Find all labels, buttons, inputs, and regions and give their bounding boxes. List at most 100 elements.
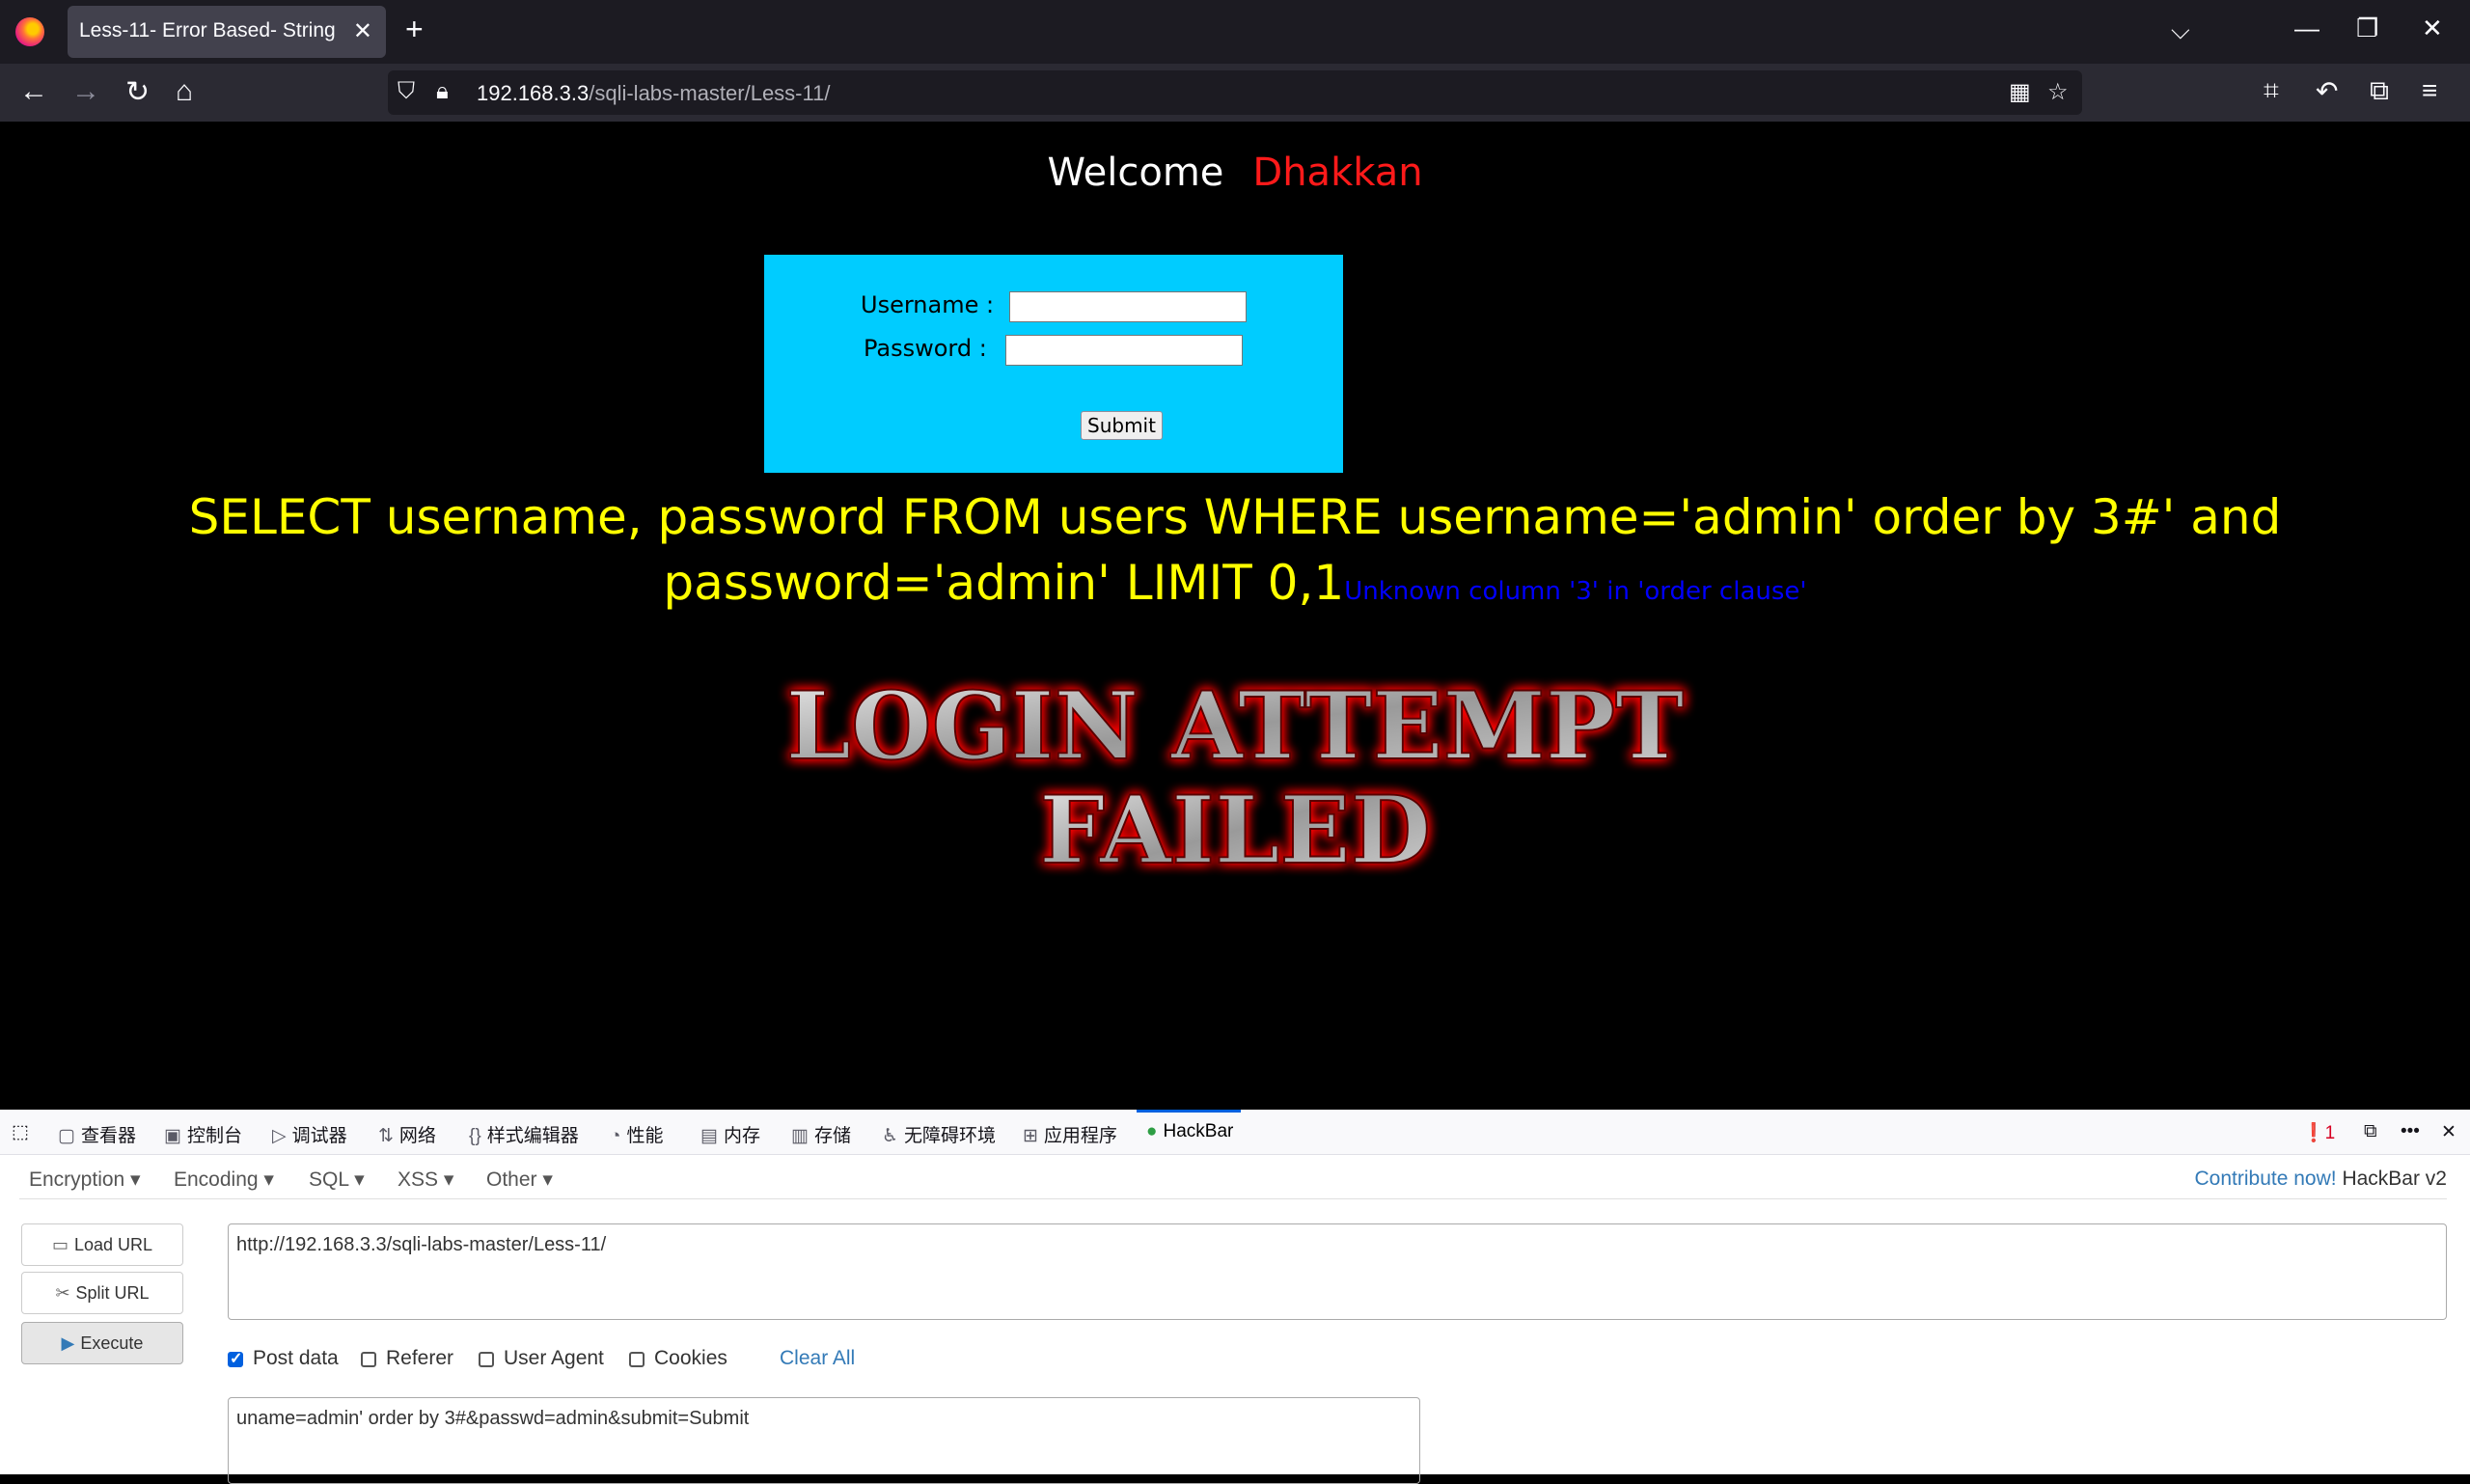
url-text[interactable]: 192.168.3.3/sqli-labs-master/Less-11/ xyxy=(477,81,830,106)
inspector-icon: ▢ xyxy=(58,1126,75,1146)
error-count-badge[interactable]: ❗1 xyxy=(2302,1121,2335,1144)
banner-line-2: FAILED xyxy=(1039,776,1431,885)
url-host: 192.168.3.3 xyxy=(477,81,590,105)
checkbox-checked[interactable] xyxy=(228,1349,243,1368)
devtools-panel: ⬚ ▢ 查看器 ▣ 控制台 ▷ 调试器 ⇅ 网络 {} 样式编辑器 ◔ 性能 ▤ 内存 ▥ 存储… xyxy=(0,1110,2470,1484)
play-icon: ▶ xyxy=(61,1333,75,1353)
active-tab[interactable]: Less-11- Error Based- String ✕ xyxy=(68,6,386,58)
error-icon: ❗ xyxy=(2302,1123,2325,1143)
style-editor-icon: {} xyxy=(469,1126,481,1146)
tab-memory[interactable]: ▤ 内存 xyxy=(700,1121,760,1147)
tab-label: HackBar xyxy=(1163,1121,1234,1141)
menu-label: Other xyxy=(486,1168,537,1191)
forward-icon[interactable]: → xyxy=(71,75,100,108)
shield-icon[interactable]: ⛉ xyxy=(398,78,415,105)
lock-icon[interactable]: 🔒︎ xyxy=(436,78,449,105)
tab-title: Less-11- Error Based- String xyxy=(79,19,336,41)
menu-label: SQL xyxy=(309,1168,349,1191)
element-picker-icon[interactable]: ⬚ xyxy=(12,1121,29,1143)
menu-label: XSS xyxy=(398,1168,439,1191)
tab-performance[interactable]: ◔ 性能 xyxy=(610,1121,664,1147)
tab-label: 内存 xyxy=(723,1126,760,1146)
tab-network[interactable]: ⇅ 网络 xyxy=(378,1121,436,1147)
welcome-name: Dhakkan xyxy=(1252,151,1423,195)
checkbox-unchecked[interactable] xyxy=(629,1352,645,1367)
tab-label: 存储 xyxy=(813,1126,851,1146)
username-input[interactable] xyxy=(1009,291,1247,322)
banner-line-1: LOGIN ATTEMPT xyxy=(786,672,1685,781)
window-close-icon[interactable]: ✕ xyxy=(2422,14,2443,43)
checkbox-label: Cookies xyxy=(654,1347,727,1369)
active-tab-indicator xyxy=(1137,1110,1241,1113)
reload-icon[interactable]: ↻ xyxy=(125,75,150,109)
devtools-toolbar: ⬚ ▢ 查看器 ▣ 控制台 ▷ 调试器 ⇅ 网络 {} 样式编辑器 ◔ 性能 ▤ 内存 ▥ 存储… xyxy=(0,1110,2470,1155)
post-data-checkbox[interactable]: Post data xyxy=(228,1347,339,1370)
split-url-button[interactable]: ✂ Split URL xyxy=(21,1272,183,1314)
network-icon: ⇅ xyxy=(378,1126,394,1146)
menu-label: Encryption xyxy=(29,1168,125,1191)
storage-icon: ▥ xyxy=(791,1126,809,1146)
extensions-icon[interactable]: ⧉ xyxy=(2370,75,2389,107)
menu-encoding[interactable]: Encoding ▾ xyxy=(174,1168,274,1192)
menu-other[interactable]: Other ▾ xyxy=(486,1168,553,1192)
checkbox-unchecked[interactable] xyxy=(479,1352,494,1367)
password-input[interactable] xyxy=(1005,335,1243,366)
dock-icon[interactable]: ⧉ xyxy=(2364,1121,2377,1142)
new-tab-icon[interactable]: + xyxy=(405,12,424,47)
close-devtools-icon[interactable]: ✕ xyxy=(2441,1121,2456,1143)
home-icon[interactable]: ⌂ xyxy=(176,75,193,108)
tab-accessibility[interactable]: ♿︎ 无障碍环境 xyxy=(882,1121,996,1147)
welcome-heading: Welcome Dhakkan xyxy=(0,151,2470,195)
console-icon: ▣ xyxy=(164,1126,181,1146)
login-failed-banner: LOGIN ATTEMPT FAILED xyxy=(785,671,1686,886)
page-content: Welcome Dhakkan Username : Password : Sub… xyxy=(0,122,2470,1110)
query-text: SELECT username, password FROM users WHE… xyxy=(188,489,2282,611)
tab-debugger[interactable]: ▷ 调试器 xyxy=(272,1121,347,1147)
tab-hackbar[interactable]: ● HackBar xyxy=(1146,1121,1233,1142)
back-icon[interactable]: ← xyxy=(19,75,48,108)
performance-icon: ◔ xyxy=(610,1126,621,1146)
qr-code-icon[interactable]: ▦ xyxy=(2009,78,2031,106)
menu-sql[interactable]: SQL ▾ xyxy=(309,1168,365,1192)
minimize-icon[interactable]: — xyxy=(2294,14,2319,43)
button-label: Execute xyxy=(80,1333,144,1353)
contribute-area: Contribute now! HackBar v2 xyxy=(2195,1168,2447,1191)
tab-label: 网络 xyxy=(398,1126,436,1146)
close-tab-icon[interactable]: ✕ xyxy=(353,17,372,45)
checkbox-unchecked[interactable] xyxy=(361,1352,376,1367)
tab-storage[interactable]: ▥ 存储 xyxy=(791,1121,851,1147)
hackbar-version: HackBar v2 xyxy=(2342,1168,2447,1190)
restore-icon[interactable]: ❐ xyxy=(2356,14,2378,43)
tab-label: 性能 xyxy=(626,1126,664,1146)
button-label: Split URL xyxy=(75,1283,150,1303)
debugger-icon: ▷ xyxy=(272,1126,287,1146)
more-options-icon[interactable]: ••• xyxy=(2401,1121,2420,1142)
bookmark-star-icon[interactable]: ☆ xyxy=(2047,78,2069,106)
hackbar-icon: ● xyxy=(1146,1121,1158,1141)
error-count: 1 xyxy=(2324,1123,2336,1143)
undo-icon[interactable]: ↶ xyxy=(2316,75,2338,107)
tab-bar: Less-11- Error Based- String ✕ + ⌵ — ❐ ✕ xyxy=(0,0,2470,64)
load-url-button[interactable]: ▭ Load URL xyxy=(21,1223,183,1266)
menu-icon[interactable]: ≡ xyxy=(2422,75,2437,106)
post-data-textarea[interactable]: uname=admin' order by 3#&passwd=admin&su… xyxy=(228,1397,1420,1484)
tab-console[interactable]: ▣ 控制台 xyxy=(164,1121,242,1147)
chevron-down-icon[interactable]: ⌵ xyxy=(2171,15,2190,46)
referer-checkbox[interactable]: Referer xyxy=(361,1347,453,1370)
menu-encryption[interactable]: Encryption ▾ xyxy=(29,1168,141,1192)
user-agent-checkbox[interactable]: User Agent xyxy=(479,1347,604,1370)
url-textarea[interactable]: http://192.168.3.3/sqli-labs-master/Less… xyxy=(228,1223,2447,1320)
tab-inspector[interactable]: ▢ 查看器 xyxy=(58,1121,136,1147)
application-icon: ⊞ xyxy=(1023,1126,1038,1146)
contribute-link[interactable]: Contribute now! xyxy=(2195,1168,2337,1190)
submit-button[interactable]: Submit xyxy=(1081,411,1163,440)
execute-button[interactable]: ▶ Execute xyxy=(21,1322,183,1364)
screenshot-crop-icon[interactable]: ⌗ xyxy=(2264,75,2279,107)
clear-all-link[interactable]: Clear All xyxy=(780,1347,855,1370)
tab-application[interactable]: ⊞ 应用程序 xyxy=(1023,1121,1117,1147)
menu-xss[interactable]: XSS ▾ xyxy=(398,1168,453,1192)
firefox-logo-icon xyxy=(15,17,44,46)
url-bar[interactable]: ⛉ 🔒︎ 192.168.3.3/sqli-labs-master/Less-1… xyxy=(388,70,2082,115)
cookies-checkbox[interactable]: Cookies xyxy=(629,1347,727,1370)
tab-style-editor[interactable]: {} 样式编辑器 xyxy=(469,1121,579,1147)
